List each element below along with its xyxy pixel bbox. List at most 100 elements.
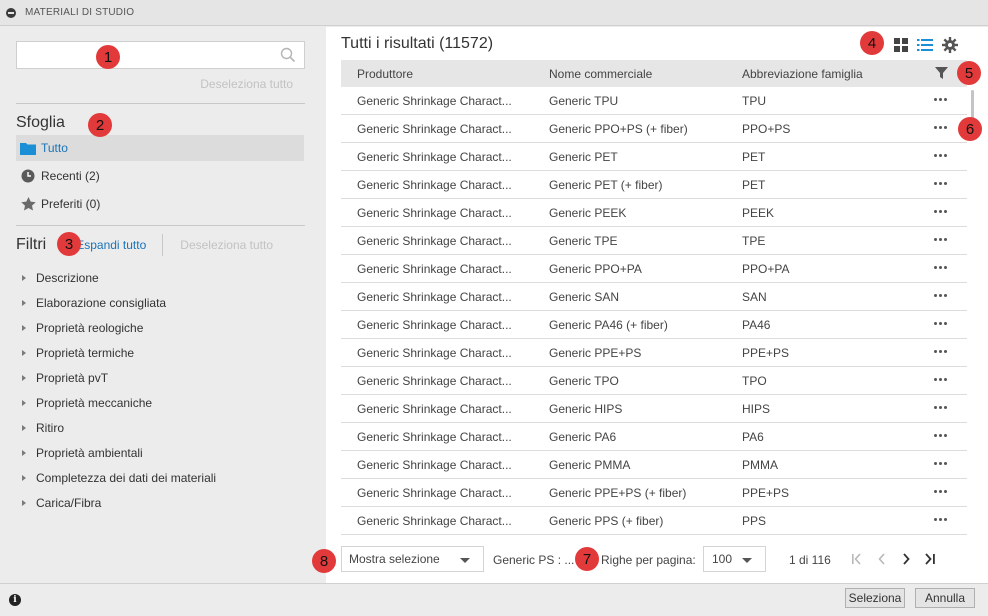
trade-name-cell: Generic PA46 (+ fiber) <box>549 317 668 332</box>
grid-view-icon[interactable] <box>894 38 908 52</box>
filter-item-termiche[interactable]: Proprietà termiche <box>22 340 216 365</box>
browse-item-label: Recenti (2) <box>41 169 100 183</box>
table-row[interactable]: Generic Shrinkage Charact... Generic TPE T… <box>341 227 967 255</box>
column-header-manufacturer[interactable]: Produttore <box>357 67 522 81</box>
manufacturer-cell: Generic Shrinkage Charact... <box>357 289 512 304</box>
table-row[interactable]: Generic Shrinkage Charact... Generic PPS … <box>341 507 967 535</box>
filter-label: Elaborazione consigliata <box>36 295 167 310</box>
callout-marker: 2 <box>88 113 112 137</box>
trade-name-cell: Generic PPO+PS (+ fiber) <box>549 121 688 136</box>
table-row[interactable]: Generic Shrinkage Charact... Generic PA6 P… <box>341 423 967 451</box>
show-selection-dropdown[interactable]: Mostra selezione <box>341 546 484 572</box>
browse-item-recent[interactable]: Recenti (2) <box>16 163 304 189</box>
filter-item-ambientali[interactable]: Proprietà ambientali <box>22 440 216 465</box>
table-row[interactable]: Generic Shrinkage Charact... Generic PET … <box>341 171 967 199</box>
filter-item-descrizione[interactable]: Descrizione <box>22 265 216 290</box>
table-row[interactable]: Generic Shrinkage Charact... Generic HIPS… <box>341 395 967 423</box>
last-page-icon[interactable] <box>923 552 937 566</box>
select-button[interactable]: Seleziona <box>845 588 905 608</box>
next-page-icon[interactable] <box>899 552 913 566</box>
results-title: Tutti i risultati (11572) <box>341 35 494 52</box>
more-options-icon[interactable] <box>934 490 949 493</box>
deselect-all-search[interactable]: Deseleziona tutto <box>200 77 293 91</box>
caret-right-icon <box>22 274 26 281</box>
more-options-icon[interactable] <box>934 322 949 325</box>
expand-all-link[interactable]: Espandi tutto <box>76 238 146 252</box>
filter-label: Proprietà meccaniche <box>36 395 153 410</box>
more-options-icon[interactable] <box>934 182 949 185</box>
more-options-icon[interactable] <box>934 406 949 409</box>
browse-item-label: Preferiti (0) <box>41 197 101 211</box>
search-icon[interactable] <box>280 47 296 63</box>
more-options-icon[interactable] <box>934 294 949 297</box>
caret-right-icon <box>22 449 26 456</box>
more-options-icon[interactable] <box>934 518 949 521</box>
family-cell: PEEK <box>742 205 775 220</box>
previous-page-icon[interactable] <box>875 552 889 566</box>
table-row[interactable]: Generic Shrinkage Charact... Generic PPO+… <box>341 255 967 283</box>
folder-icon <box>20 141 36 155</box>
filter-item-meccaniche[interactable]: Proprietà meccaniche <box>22 390 216 415</box>
first-page-icon[interactable] <box>850 552 864 566</box>
more-options-icon[interactable] <box>934 434 949 437</box>
more-options-icon[interactable] <box>934 238 949 241</box>
gear-icon[interactable] <box>942 37 958 53</box>
filter-item-carica[interactable]: Carica/Fibra <box>22 490 216 515</box>
filter-item-pvt[interactable]: Proprietà pvT <box>22 365 216 390</box>
title-bar: MATERIALI DI STUDIO <box>0 0 988 26</box>
cancel-button[interactable]: Annulla <box>915 588 975 608</box>
rows-per-page-dropdown[interactable]: 100 <box>703 546 766 572</box>
more-options-icon[interactable] <box>934 210 949 213</box>
table-row[interactable]: Generic Shrinkage Charact... Generic PPE+… <box>341 479 967 507</box>
table-row[interactable]: Generic Shrinkage Charact... Generic PMMA… <box>341 451 967 479</box>
more-options-icon[interactable] <box>934 462 949 465</box>
filter-item-ritiro[interactable]: Ritiro <box>22 415 216 440</box>
list-view-icon[interactable] <box>917 38 933 52</box>
deselect-all-filters[interactable]: Deseleziona tutto <box>180 238 273 252</box>
table-row[interactable]: Generic Shrinkage Charact... Generic PEEK… <box>341 199 967 227</box>
info-icon[interactable]: i <box>9 594 21 606</box>
browse-item-favorites[interactable]: Preferiti (0) <box>16 191 304 217</box>
manufacturer-cell: Generic Shrinkage Charact... <box>357 121 512 136</box>
family-cell: PET <box>742 177 766 192</box>
more-options-icon[interactable] <box>934 266 949 269</box>
column-header-family[interactable]: Abbreviazione famiglia <box>742 67 892 81</box>
more-options-icon[interactable] <box>934 98 949 101</box>
filter-item-elaborazione[interactable]: Elaborazione consigliata <box>22 290 216 315</box>
more-options-icon[interactable] <box>934 154 949 157</box>
callout-marker: 7 <box>575 547 599 571</box>
trade-name-cell: Generic SAN <box>549 289 620 304</box>
more-options-icon[interactable] <box>934 378 949 381</box>
more-options-icon[interactable] <box>934 126 949 129</box>
search-box[interactable] <box>16 41 305 69</box>
family-cell: PPE+PS <box>742 485 790 500</box>
filter-item-completezza[interactable]: Completezza dei dati dei materiali <box>22 465 216 490</box>
family-cell: TPE <box>742 233 766 248</box>
table-body: Generic Shrinkage Charact... Generic TPU T… <box>341 87 967 535</box>
table-row[interactable]: Generic Shrinkage Charact... Generic PPE+… <box>341 339 967 367</box>
table-row[interactable]: Generic Shrinkage Charact... Generic SAN S… <box>341 283 967 311</box>
family-cell: TPO <box>742 373 767 388</box>
browse-item-all[interactable]: Tutto <box>16 135 304 161</box>
filter-item-reologiche[interactable]: Proprietà reologiche <box>22 315 216 340</box>
table-row[interactable]: Generic Shrinkage Charact... Generic PA46… <box>341 311 967 339</box>
manufacturer-cell: Generic Shrinkage Charact... <box>357 205 512 220</box>
table-row[interactable]: Generic Shrinkage Charact... Generic TPU T… <box>341 87 967 115</box>
table-row[interactable]: Generic Shrinkage Charact... Generic TPO T… <box>341 367 967 395</box>
filter-icon[interactable] <box>935 67 948 82</box>
family-cell: PA6 <box>742 429 764 444</box>
manufacturer-cell: Generic Shrinkage Charact... <box>357 93 512 108</box>
collapse-icon[interactable] <box>6 7 16 18</box>
more-options-icon[interactable] <box>934 350 949 353</box>
family-cell: PMMA <box>742 457 778 472</box>
table-row[interactable]: Generic Shrinkage Charact... Generic PPO+… <box>341 115 967 143</box>
column-header-trade-name[interactable]: Nome commerciale <box>549 67 724 81</box>
view-toolbar <box>885 37 958 53</box>
manufacturer-cell: Generic Shrinkage Charact... <box>357 177 512 192</box>
results-table: Produttore Nome commerciale Abbreviazion… <box>341 60 967 535</box>
family-cell: SAN <box>742 289 767 304</box>
search-input[interactable] <box>17 42 267 68</box>
family-cell: HIPS <box>742 401 771 416</box>
trade-name-cell: Generic PPE+PS <box>549 345 642 360</box>
table-row[interactable]: Generic Shrinkage Charact... Generic PET P… <box>341 143 967 171</box>
